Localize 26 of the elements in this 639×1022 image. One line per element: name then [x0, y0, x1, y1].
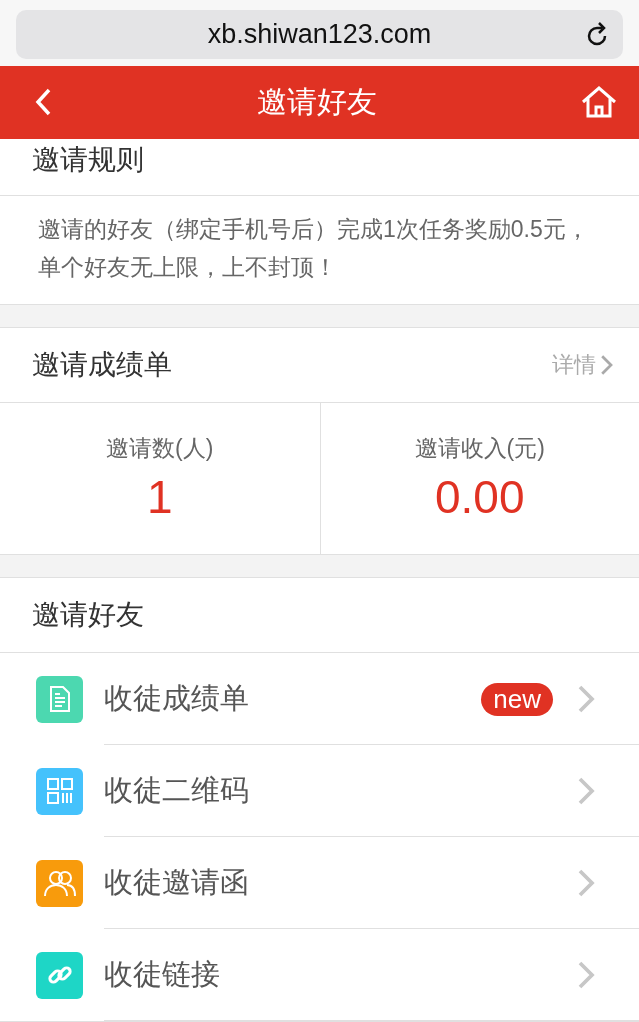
back-icon[interactable]: [34, 87, 52, 118]
section-title: 邀请好友: [32, 598, 144, 632]
stat-value: 1: [146, 469, 173, 524]
invite-item[interactable]: 收徒成绩单 new: [0, 653, 639, 745]
chevron-right-icon: [577, 868, 595, 898]
url-bar[interactable]: xb.shiwan123.com: [16, 10, 623, 59]
qr-code-icon: [45, 777, 74, 805]
chevron-right-icon: [599, 353, 613, 376]
people-icon: [42, 869, 77, 897]
invite-item[interactable]: 收徒邀请函: [0, 837, 639, 929]
section-title: 邀请规则: [32, 142, 144, 177]
chevron-right-icon: [577, 684, 595, 714]
new-badge: new: [481, 682, 553, 716]
section-title: 邀请成绩单: [32, 347, 172, 382]
stat-value: 0.00: [435, 469, 525, 524]
home-icon[interactable]: [581, 86, 617, 119]
chevron-right-icon: [577, 960, 595, 990]
invite-item[interactable]: 收徒链接: [0, 929, 639, 1021]
stat-label: 邀请收入(元): [414, 433, 545, 463]
chevron-right-icon: [577, 776, 595, 806]
stat-label: 邀请数(人): [106, 433, 214, 463]
page-title: 邀请好友: [256, 83, 377, 120]
invite-item[interactable]: 收徒二维码: [0, 745, 639, 837]
rules-text: 邀请的好友（绑定手机号后）完成1次任务奖励0.5元，单个好友无上限，上不封顶！: [37, 214, 590, 282]
document-icon: [47, 685, 72, 713]
reload-icon[interactable]: [585, 22, 609, 48]
